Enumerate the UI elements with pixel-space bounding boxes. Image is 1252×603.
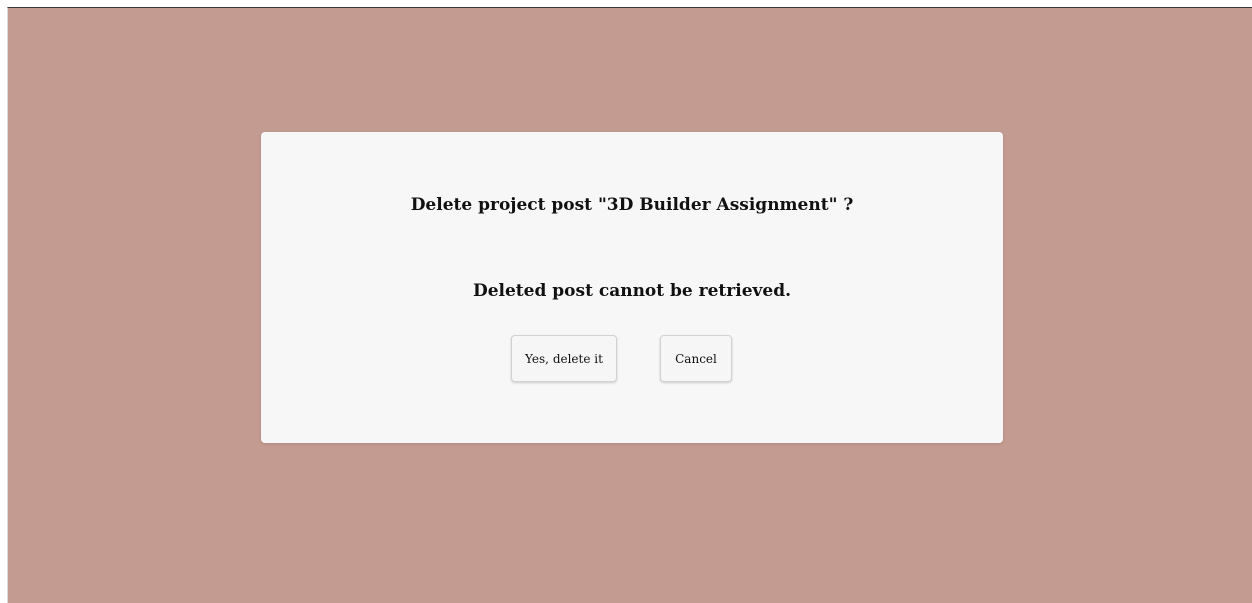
dialog-title: Delete project post "3D Builder Assignme… (410, 195, 854, 215)
cancel-button[interactable]: Cancel (660, 335, 732, 382)
confirm-delete-button[interactable]: Yes, delete it (511, 335, 617, 382)
delete-confirmation-dialog: Delete project post "3D Builder Assignme… (261, 132, 1003, 443)
app-frame: Delete project post "3D Builder Assignme… (7, 7, 1252, 603)
dialog-message: Deleted post cannot be retrieved. (472, 281, 792, 301)
